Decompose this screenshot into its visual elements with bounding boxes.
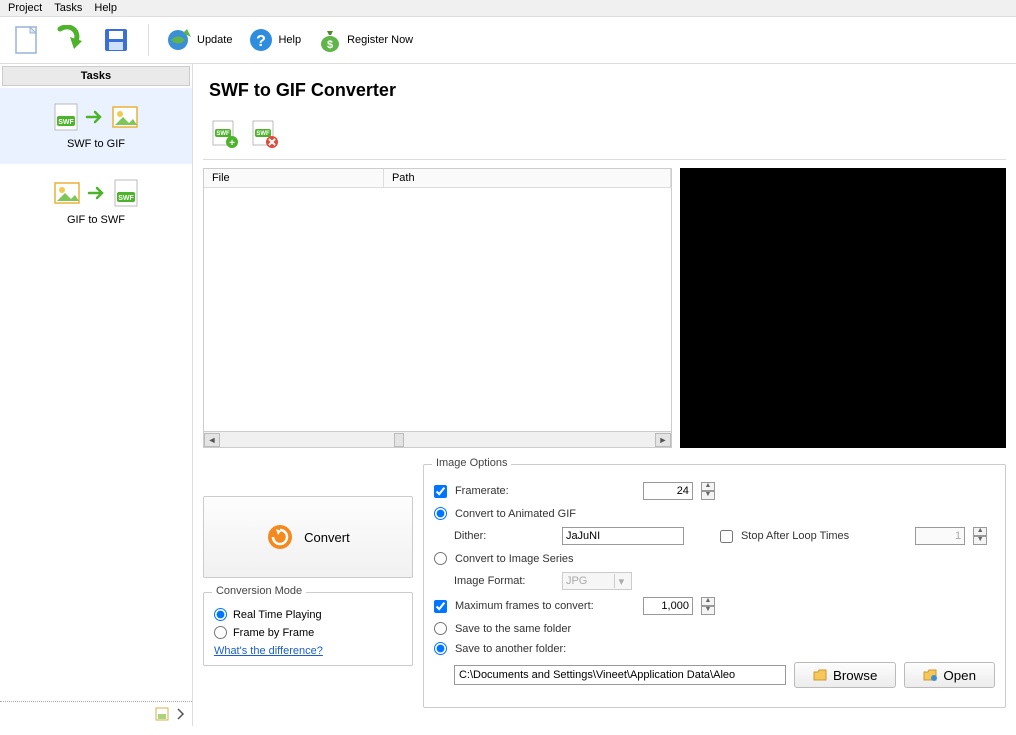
task-label: SWF to GIF: [0, 138, 192, 150]
framebyframe-label: Frame by Frame: [233, 627, 314, 639]
horizontal-scrollbar[interactable]: ◄ ►: [204, 431, 671, 447]
scroll-right-icon[interactable]: ►: [655, 433, 671, 447]
svg-text:$: $: [327, 39, 333, 51]
maxframes-checkbox[interactable]: [434, 600, 447, 613]
update-button[interactable]: Update: [161, 23, 238, 57]
task-gif-to-swf[interactable]: SWF GIF to SWF: [0, 164, 192, 240]
convert-button[interactable]: Convert: [203, 496, 413, 578]
menu-project[interactable]: Project: [8, 2, 42, 14]
chevron-down-icon: ▾: [614, 574, 628, 588]
money-bag-icon: $: [317, 27, 343, 53]
col-file[interactable]: File: [204, 169, 384, 187]
save-same-label: Save to the same folder: [455, 623, 571, 635]
output-path-input[interactable]: [454, 665, 786, 685]
stoploop-label: Stop After Loop Times: [741, 530, 849, 542]
new-file-icon: [12, 25, 40, 55]
image-series-label: Convert to Image Series: [455, 553, 574, 565]
framerate-checkbox[interactable]: [434, 485, 447, 498]
save-another-label: Save to another folder:: [455, 643, 566, 655]
update-label: Update: [197, 34, 232, 46]
open-project-button[interactable]: [50, 21, 92, 59]
arrow-right-icon: [87, 185, 107, 201]
menu-help[interactable]: Help: [94, 2, 117, 14]
open-button[interactable]: Open: [904, 662, 995, 688]
realtime-label: Real Time Playing: [233, 609, 322, 621]
open-arrow-icon: [56, 25, 86, 55]
stoploop-input: [915, 527, 965, 545]
image-icon: [53, 181, 81, 205]
arrow-right-icon: [85, 109, 105, 125]
save-another-radio[interactable]: [434, 642, 447, 655]
animated-gif-label: Convert to Animated GIF: [455, 508, 576, 520]
svg-text:SWF: SWF: [118, 195, 134, 202]
preview-panel: [680, 168, 1006, 448]
folder-open-icon: [923, 669, 937, 681]
maxframes-spinner[interactable]: ▲▼: [701, 597, 715, 615]
svg-text:SWF: SWF: [256, 131, 270, 137]
maxframes-label: Maximum frames to convert:: [455, 600, 635, 612]
framebyframe-radio[interactable]: [214, 626, 227, 639]
register-label: Register Now: [347, 34, 413, 46]
register-button[interactable]: $ Register Now: [311, 23, 419, 57]
save-same-radio[interactable]: [434, 622, 447, 635]
help-button[interactable]: ? Help: [242, 23, 307, 57]
file-list-body: [204, 188, 671, 431]
stoploop-spinner: ▲▼: [973, 527, 987, 545]
conversion-mode-legend: Conversion Mode: [212, 585, 306, 597]
save-icon: [102, 26, 130, 54]
page-icon[interactable]: [154, 706, 170, 722]
svg-text:SWF: SWF: [216, 131, 230, 137]
file-list[interactable]: File Path ◄ ►: [203, 168, 672, 448]
swf-file-icon: SWF: [113, 178, 139, 208]
dither-label: Dither:: [454, 530, 554, 542]
svg-text:+: +: [229, 138, 235, 149]
save-button[interactable]: [96, 22, 136, 58]
help-icon: ?: [248, 27, 274, 53]
col-path[interactable]: Path: [384, 169, 671, 187]
difference-link[interactable]: What's the difference?: [214, 645, 323, 657]
new-project-button[interactable]: [6, 21, 46, 59]
task-swf-to-gif[interactable]: SWF SWF to GIF: [0, 88, 192, 164]
framerate-input[interactable]: [643, 482, 693, 500]
task-label: GIF to SWF: [0, 214, 192, 226]
conversion-mode-group: Conversion Mode Real Time Playing Frame …: [203, 592, 413, 666]
framerate-spinner[interactable]: ▲▼: [701, 482, 715, 500]
convert-icon: [266, 523, 294, 551]
stoploop-checkbox[interactable]: [720, 530, 733, 543]
menu-tasks[interactable]: Tasks: [54, 2, 82, 14]
convert-label: Convert: [304, 530, 350, 545]
animated-gif-radio[interactable]: [434, 507, 447, 520]
browse-button[interactable]: Browse: [794, 662, 896, 688]
framerate-label: Framerate:: [455, 485, 635, 497]
svg-text:SWF: SWF: [58, 119, 74, 126]
svg-text:?: ?: [257, 33, 267, 50]
realtime-radio[interactable]: [214, 608, 227, 621]
swf-file-icon: SWF: [53, 102, 79, 132]
image-format-label: Image Format:: [454, 575, 554, 587]
chevron-right-icon[interactable]: [176, 706, 186, 722]
tasks-header: Tasks: [2, 66, 190, 86]
image-format-select: JPG ▾: [562, 572, 632, 590]
image-icon: [111, 105, 139, 129]
page-title: SWF to GIF Converter: [209, 80, 1000, 101]
dither-input[interactable]: [562, 527, 684, 545]
scroll-left-icon[interactable]: ◄: [204, 433, 220, 447]
image-options-legend: Image Options: [432, 457, 512, 469]
remove-file-button[interactable]: SWF: [249, 119, 279, 149]
folder-icon: [813, 669, 827, 681]
maxframes-input[interactable]: [643, 597, 693, 615]
globe-arrow-icon: [167, 27, 193, 53]
image-options-group: Image Options Framerate: ▲▼ Convert to A…: [423, 464, 1006, 708]
help-label: Help: [278, 34, 301, 46]
image-series-radio[interactable]: [434, 552, 447, 565]
toolbar-separator: [148, 24, 149, 56]
add-file-button[interactable]: SWF+: [209, 119, 239, 149]
